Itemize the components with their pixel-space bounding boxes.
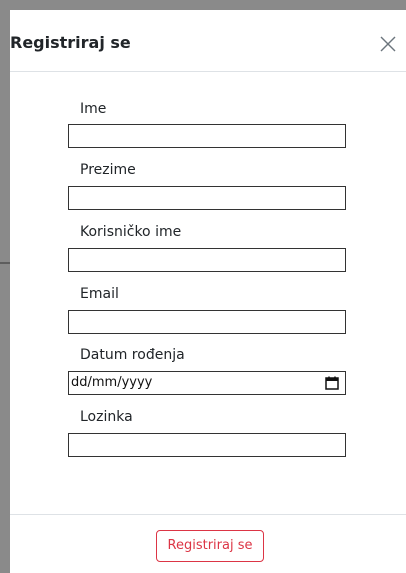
email-field[interactable]: [68, 310, 346, 334]
last-name-label: Prezime: [80, 162, 136, 178]
close-button[interactable]: [378, 34, 398, 54]
first-name-label: Ime: [80, 101, 107, 117]
registration-modal: Registriraj se Ime Prezime Korisničko im…: [10, 10, 406, 573]
email-label: Email: [80, 286, 119, 302]
page: Registriraj se Ime Prezime Korisničko im…: [0, 0, 406, 573]
modal-title: Registriraj se: [10, 33, 131, 52]
first-name-field[interactable]: [68, 124, 346, 148]
modal-header: Registriraj se: [10, 10, 406, 72]
username-label: Korisničko ime: [80, 224, 182, 240]
register-button[interactable]: Registriraj se: [156, 530, 264, 562]
birth-date-label: Datum rođenja: [80, 347, 185, 363]
birth-date-placeholder: dd/mm/yyyy: [71, 375, 153, 390]
close-icon: [380, 36, 396, 52]
last-name-field[interactable]: [68, 186, 346, 210]
modal-footer: Registriraj se: [10, 514, 406, 573]
password-field[interactable]: [68, 433, 346, 457]
calendar-icon[interactable]: [325, 376, 339, 390]
backdrop-divider: [0, 262, 10, 264]
modal-backdrop-edge[interactable]: [0, 0, 10, 573]
modal-backdrop[interactable]: [0, 0, 406, 10]
username-field[interactable]: [68, 248, 346, 272]
birth-date-field[interactable]: dd/mm/yyyy: [68, 371, 346, 395]
password-label: Lozinka: [80, 409, 133, 425]
